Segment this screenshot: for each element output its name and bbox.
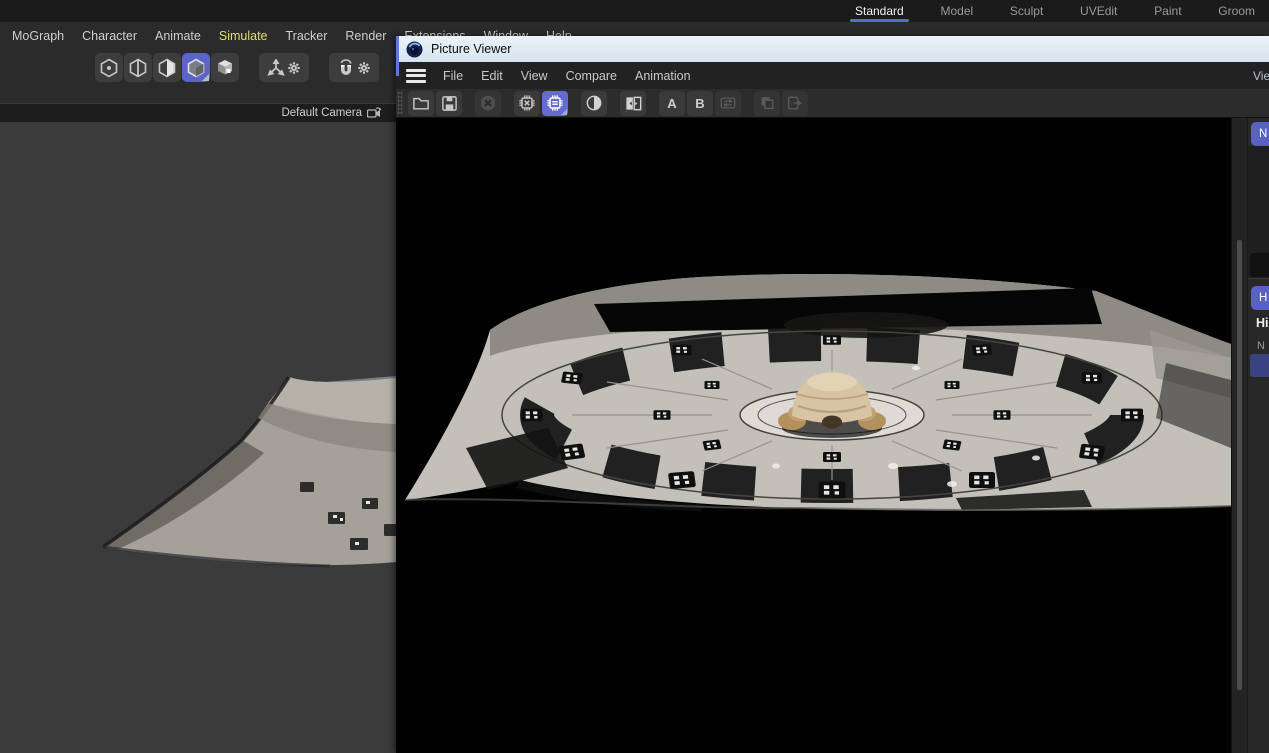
main-toolbar [0,50,396,103]
panel-section-title: Hi [1256,316,1269,330]
tab-groom[interactable]: Groom [1208,0,1265,22]
tab-model[interactable]: Model [930,0,983,22]
panel-tab-navigation[interactable]: N [1251,122,1269,146]
pv-menu-view[interactable]: View [512,69,557,83]
save-image-button[interactable] [436,91,462,116]
vertical-scrollbar[interactable] [1231,118,1248,753]
hamburger-menu-icon[interactable] [406,69,426,83]
pv-menu-compare[interactable]: Compare [557,69,626,83]
hexagon-points-icon [99,58,119,78]
tab-uvedit[interactable]: UVEdit [1070,0,1127,22]
tab-paint[interactable]: Paint [1144,0,1191,22]
export-image-button[interactable] [782,91,808,116]
pv-menu-animation[interactable]: Animation [626,69,700,83]
side-panel-fragment: N H Hi N [1247,118,1269,753]
workspace-tabs: Standard Model Sculpt UVEdit Paint Groom [845,0,1265,22]
picture-viewer-toolbar: A B [396,89,1269,118]
camera-label[interactable]: Default Camera [281,107,362,119]
picture-viewer-titlebar[interactable]: Picture Viewer [396,36,1269,62]
compare-split-button[interactable] [620,91,646,116]
axis-icon [267,59,285,77]
open-folder-button[interactable] [408,91,434,116]
picture-viewer-window: Picture Viewer File Edit View Compare An… [396,36,1269,753]
display-filter-button[interactable] [581,91,607,116]
render-image [396,118,1231,753]
contrast-icon [585,94,603,112]
edges-mode-button[interactable] [124,53,152,82]
export-arrow-icon [786,94,804,112]
magnet-icon [337,59,355,77]
pv-right-dock: N H Hi N [1231,118,1269,753]
axis-tool-button[interactable] [259,53,309,82]
cube-icon [215,58,235,78]
scrollbar-thumb[interactable] [1237,240,1242,690]
swap-arrows-icon [719,95,737,111]
image-a-label: A [667,96,676,111]
floppy-save-icon [441,95,458,112]
menu-tracker[interactable]: Tracker [277,29,337,43]
menu-render[interactable]: Render [336,29,395,43]
points-mode-button[interactable] [95,53,123,82]
panel-column-header: N [1257,340,1265,352]
menu-simulate[interactable]: Simulate [210,29,277,43]
cancel-render-button[interactable] [475,91,501,116]
image-a-button[interactable]: A [659,91,685,116]
menu-character[interactable]: Character [73,29,146,43]
picture-viewer-menubar: File Edit View Compare Animation Vie [396,62,1269,89]
panel-tab-history[interactable]: H [1251,286,1269,310]
tab-sculpt[interactable]: Sculpt [1000,0,1053,22]
image-b-label: B [695,96,704,111]
model-mode-button[interactable] [182,53,210,82]
hexagon-model-icon [186,58,206,78]
polygons-mode-button[interactable] [153,53,181,82]
axis-settings-gear-icon [287,61,301,75]
cancel-circle-icon [479,94,497,112]
pv-menu-edit[interactable]: Edit [472,69,512,83]
window-title: Picture Viewer [431,42,511,56]
cinema4d-app: Standard Model Sculpt UVEdit Paint Groom… [0,0,1269,753]
camera-switch-icon[interactable] [367,107,382,119]
panel-field[interactable] [1250,253,1269,277]
chip-lines-icon [546,94,564,112]
menu-mograph[interactable]: MoGraph [3,29,73,43]
swap-compare-button[interactable] [715,91,741,116]
snap-button[interactable] [329,53,379,82]
hexagon-half-icon [157,58,177,78]
folder-icon [412,95,430,111]
viewport-header: Default Camera [0,103,396,122]
menu-animate[interactable]: Animate [146,29,210,43]
chip-x-icon [518,94,536,112]
split-compare-icon [624,95,643,112]
selected-history-row[interactable] [1250,354,1269,377]
viewport-scene-mat [0,122,396,753]
cinema4d-logo-icon [406,41,423,58]
clear-ram-button[interactable] [514,91,540,116]
tab-standard[interactable]: Standard [845,0,914,22]
hexagon-edge-icon [128,58,148,78]
snap-settings-gear-icon [357,61,371,75]
ram-player-button[interactable] [542,91,568,116]
viewport-canvas[interactable] [0,122,396,753]
compare-layers-button[interactable] [754,91,780,116]
layers-icon [758,94,776,112]
image-b-button[interactable]: B [687,91,713,116]
render-image-canvas[interactable] [396,118,1231,753]
clipped-panel-label: Vie [1253,62,1269,89]
pv-menu-file[interactable]: File [434,69,472,83]
object-mode-button[interactable] [211,53,239,82]
